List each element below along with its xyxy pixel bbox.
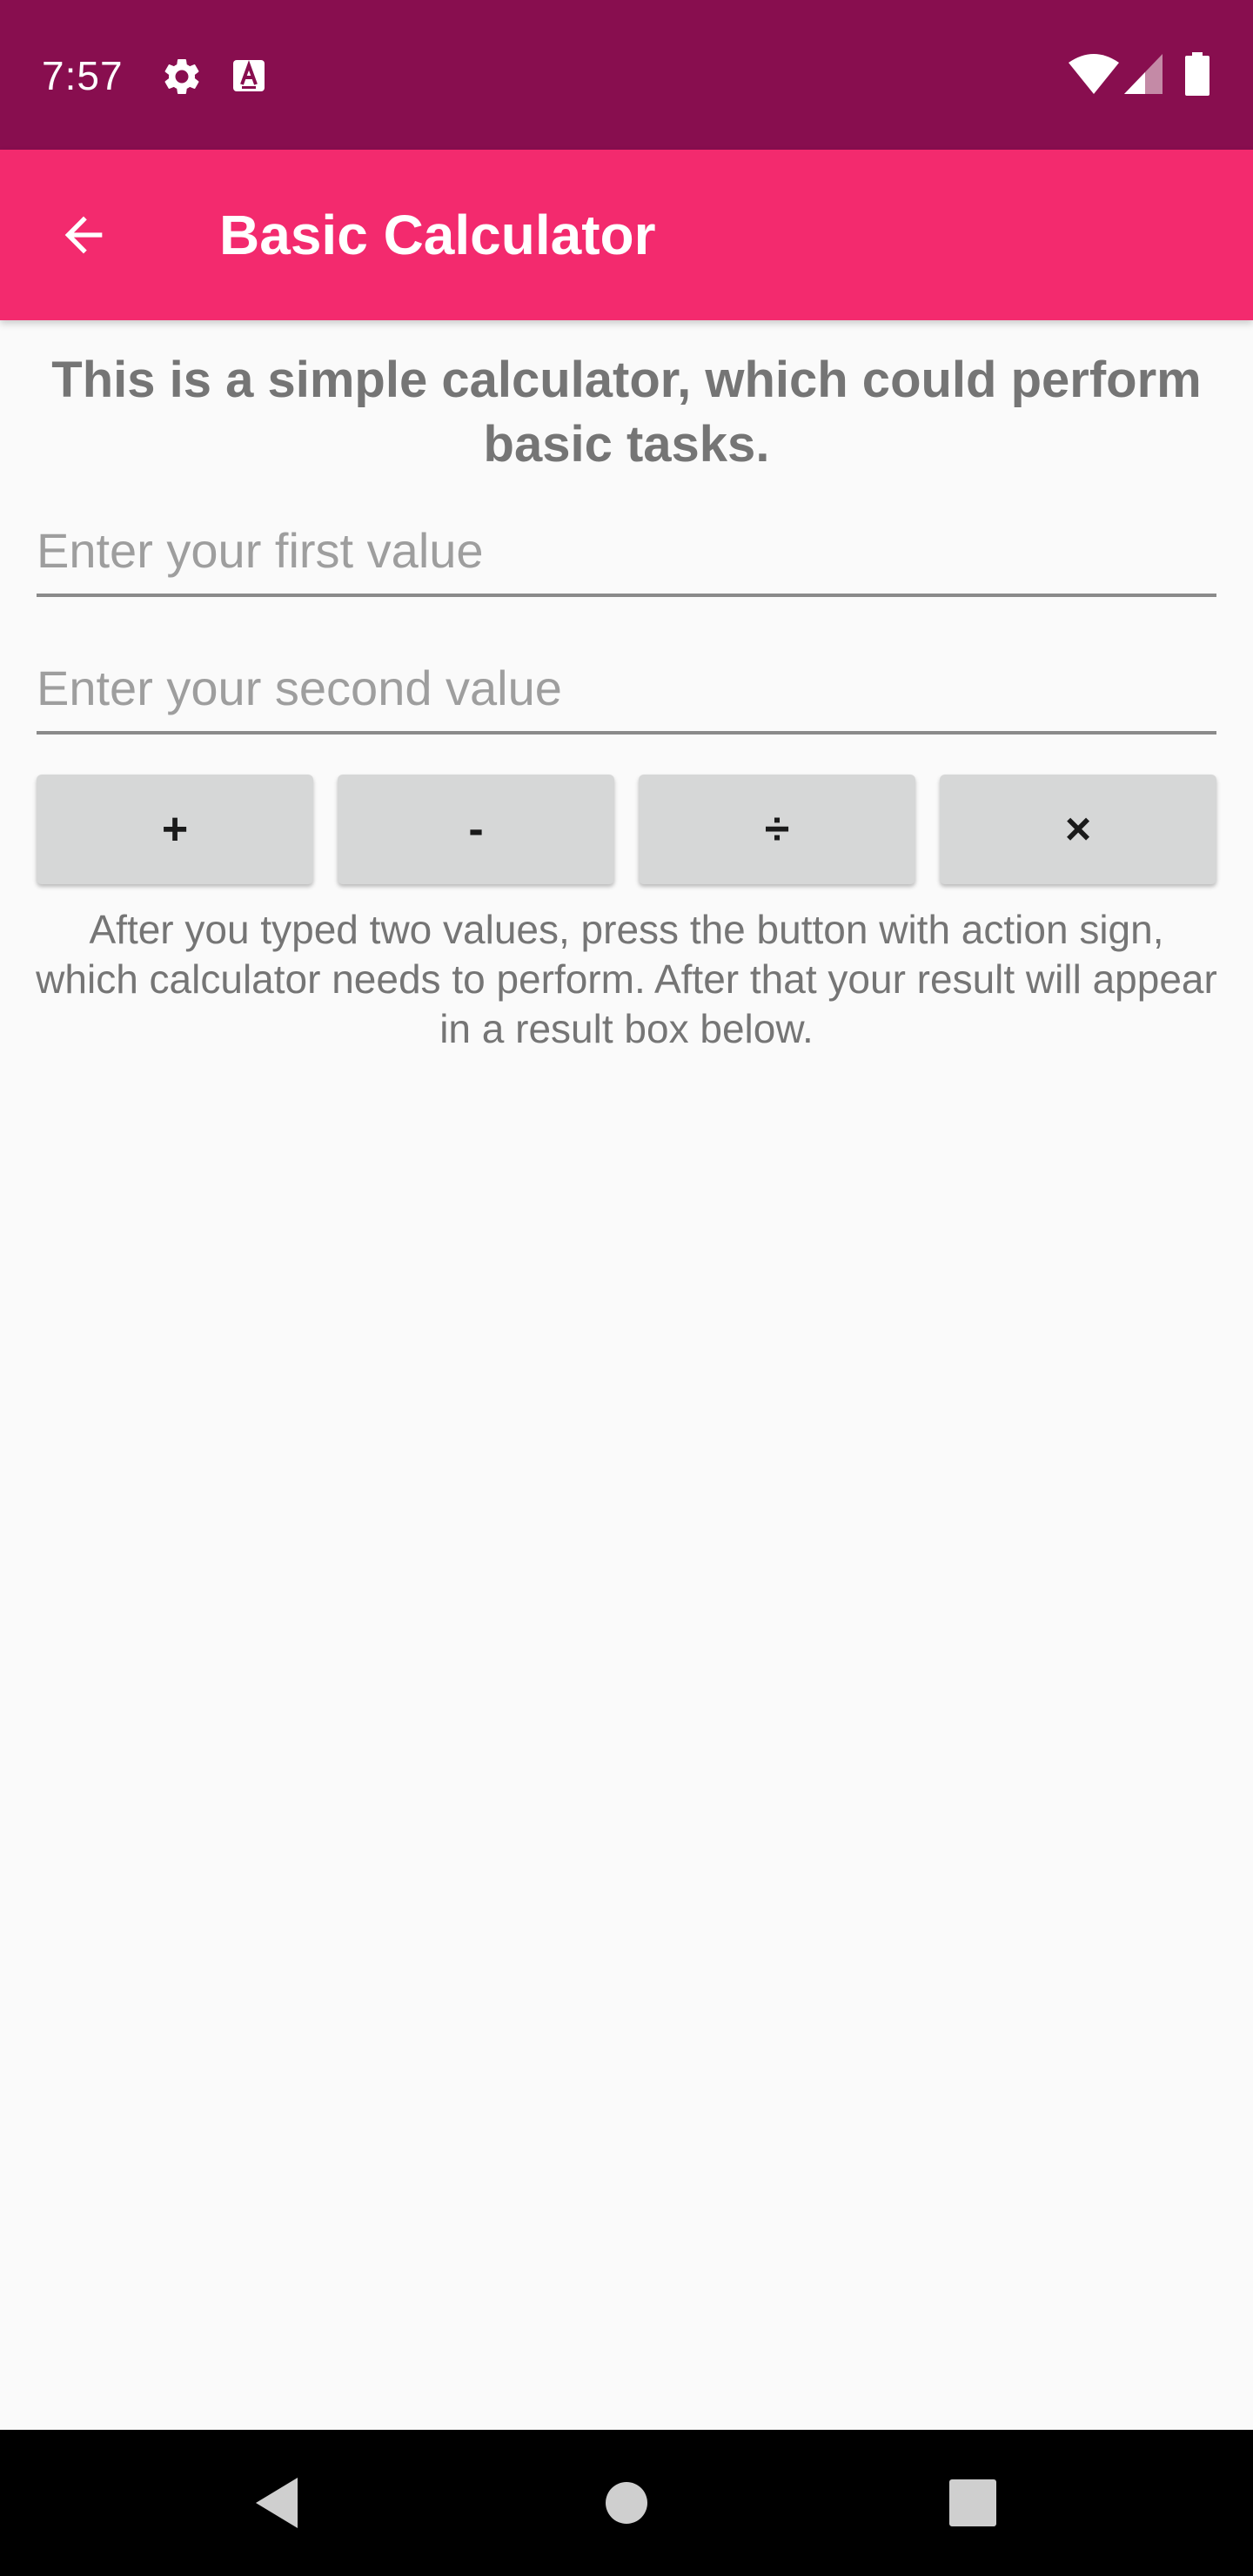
divide-button-label: ÷ [764,804,790,855]
second-value-field [37,644,1216,735]
nav-home-button[interactable] [583,2459,670,2546]
subtract-button[interactable]: - [338,775,614,884]
navigation-bar [0,2430,1253,2576]
first-value-input[interactable] [37,520,1216,581]
app-bar: Basic Calculator [0,150,1253,320]
battery-icon [1185,52,1209,100]
recents-square-icon [949,2479,996,2526]
back-button[interactable] [35,186,132,284]
add-button-label: + [161,804,189,855]
add-button[interactable]: + [37,775,313,884]
divide-button[interactable]: ÷ [639,775,915,884]
home-circle-icon [606,2482,647,2524]
keyboard-a-icon [231,58,266,97]
multiply-button[interactable]: × [940,775,1216,884]
multiply-button-label: × [1064,804,1092,855]
page-title: Basic Calculator [219,204,656,266]
first-value-field [37,506,1216,597]
subtract-button-label: - [468,804,484,855]
status-bar: 7:57 [0,0,1253,150]
second-value-input[interactable] [37,658,1216,719]
nav-recents-button[interactable] [929,2459,1016,2546]
arrow-back-icon [64,216,103,254]
gear-icon [160,55,204,103]
nav-back-button[interactable] [233,2459,320,2546]
back-triangle-icon [256,2478,298,2528]
instructions-text: After you typed two values, press the bu… [36,907,1217,1051]
status-time: 7:57 [42,53,124,98]
signal-icon [1124,54,1163,98]
intro-text: This is a simple calculator, which could… [51,352,1202,473]
wifi-icon [1069,54,1119,98]
